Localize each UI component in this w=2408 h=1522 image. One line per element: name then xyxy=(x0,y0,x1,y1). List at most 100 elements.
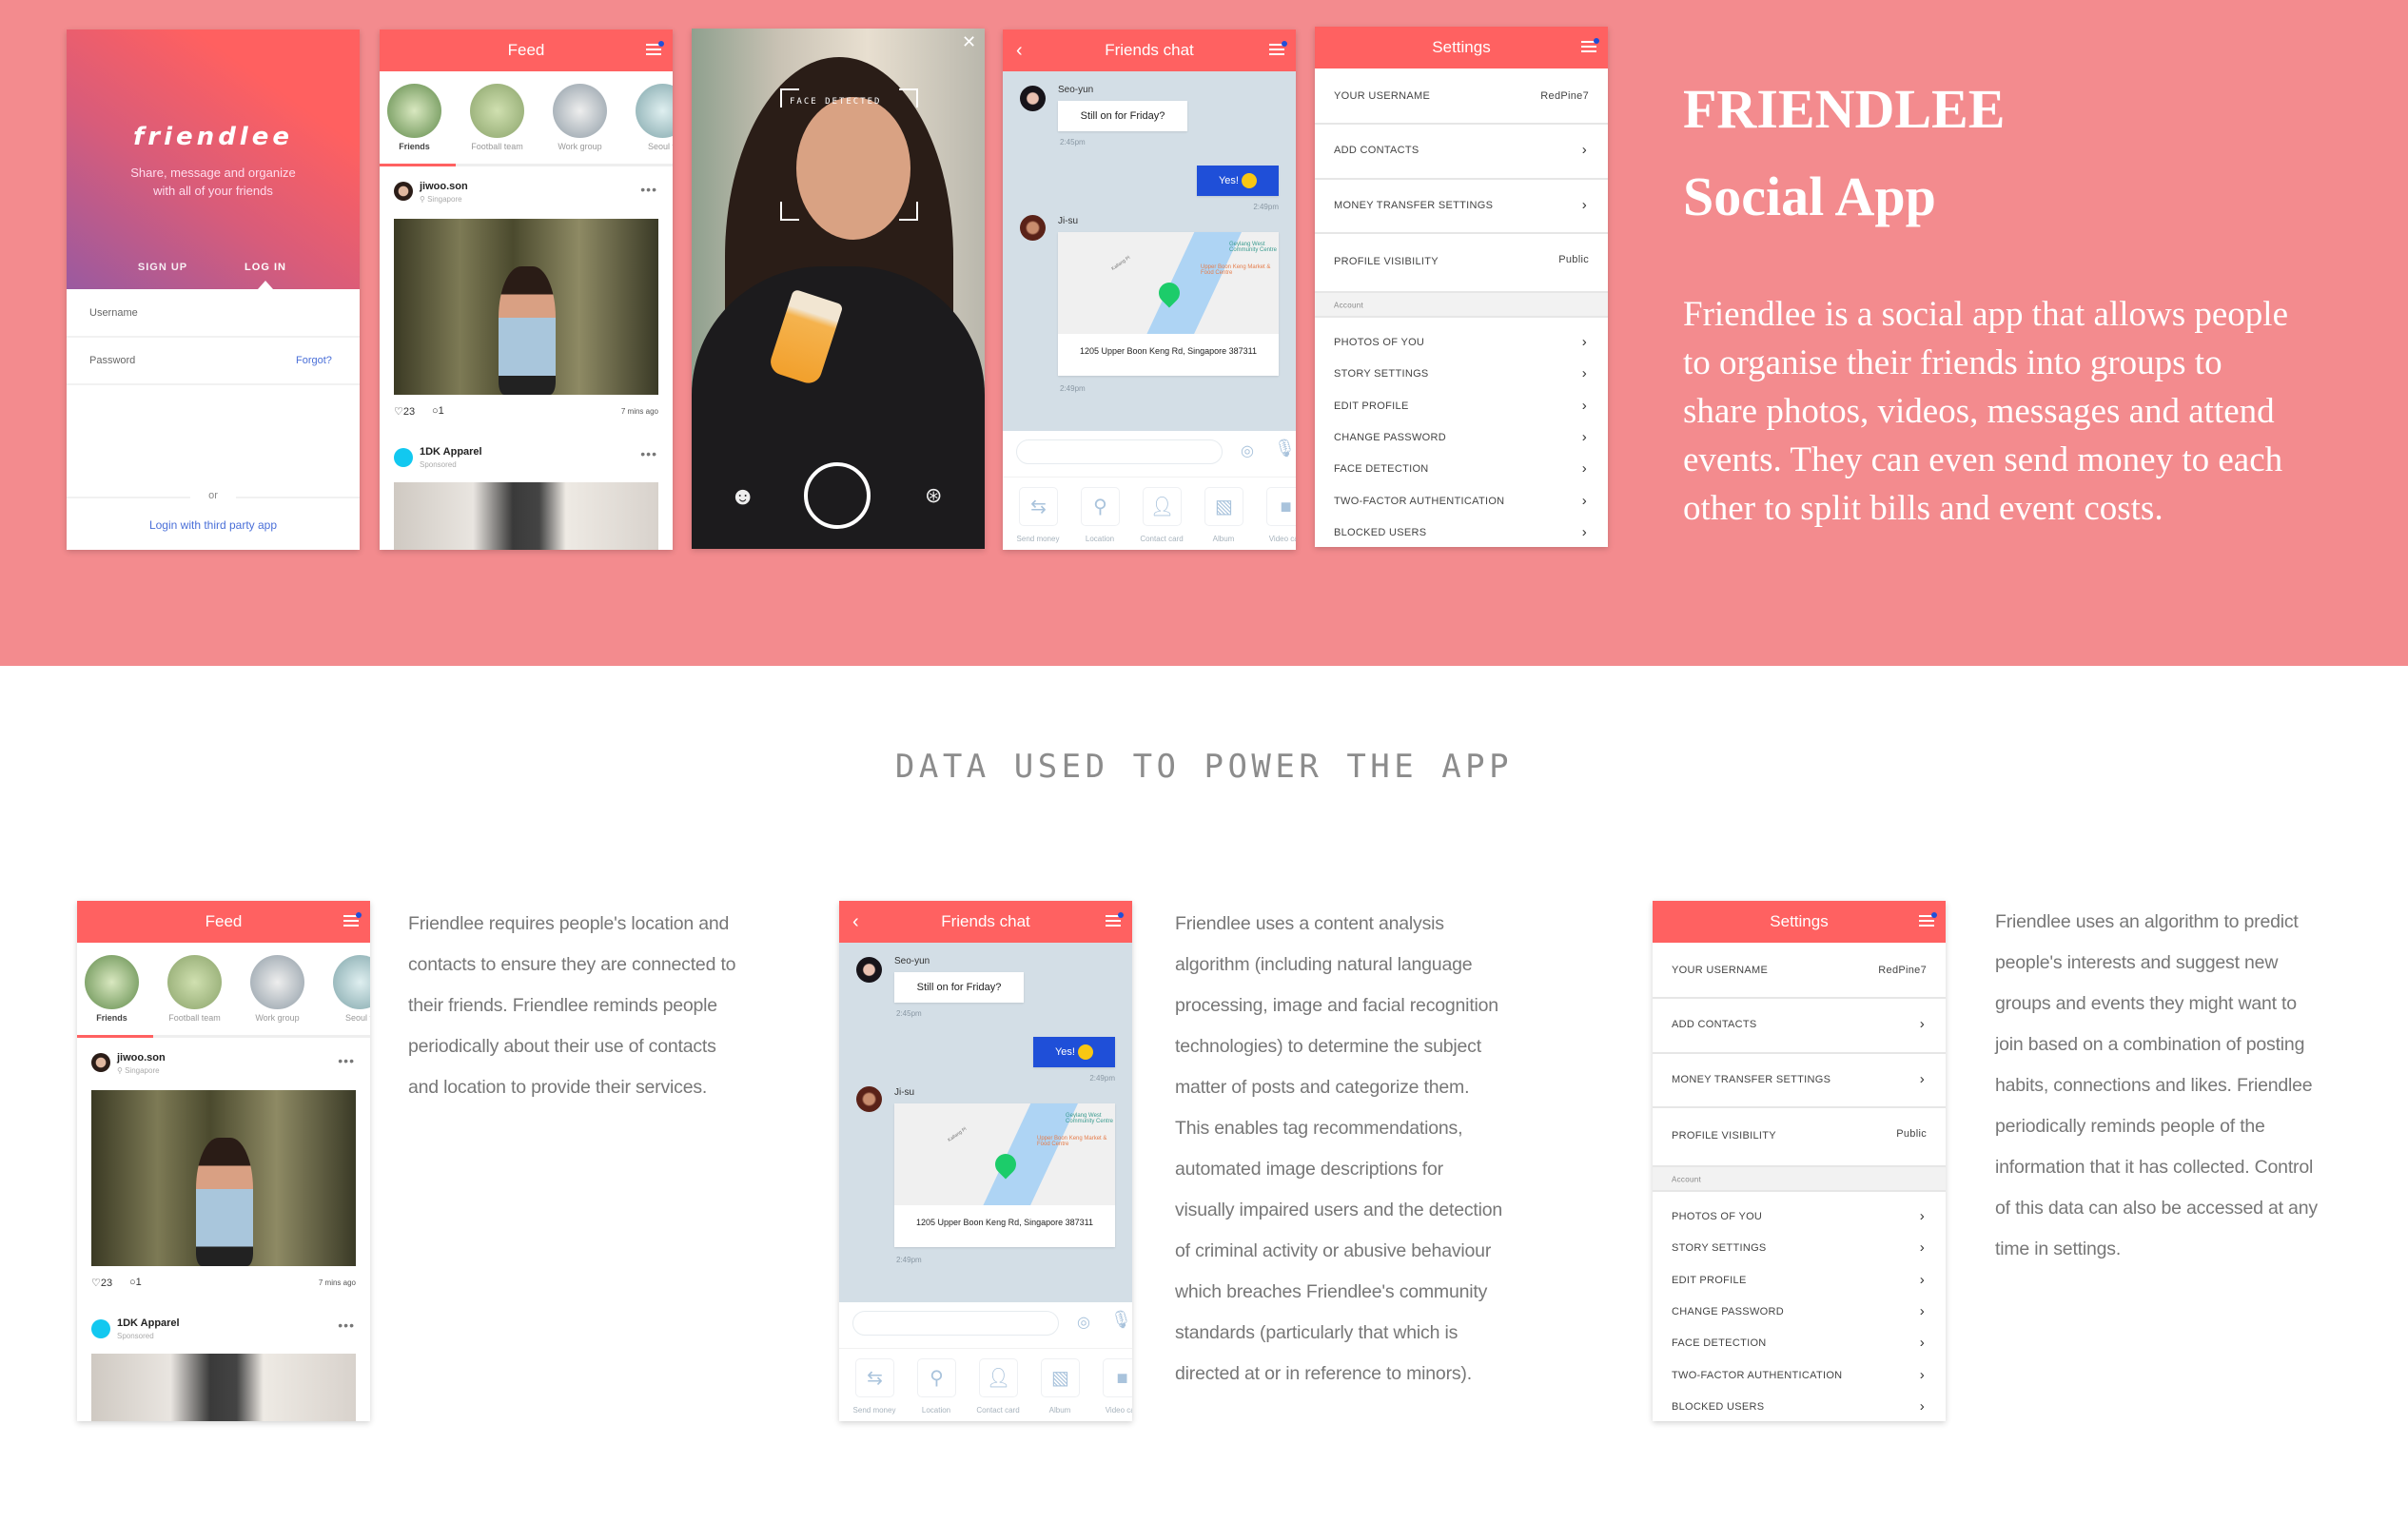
send-money-icon[interactable]: ⇆ xyxy=(855,1358,894,1397)
group-story[interactable]: Football team xyxy=(470,84,524,151)
smiley-icon[interactable]: ☻ xyxy=(730,481,755,511)
menu-icon[interactable] xyxy=(1269,41,1287,56)
third-party-login-link[interactable]: Login with third party app xyxy=(67,518,360,532)
menu-icon[interactable] xyxy=(646,41,664,56)
username-field[interactable]: Username xyxy=(89,307,138,319)
send-money-icon[interactable]: ⇆ xyxy=(1019,487,1058,526)
menu-icon[interactable] xyxy=(1919,912,1937,927)
group-story[interactable]: Friends xyxy=(387,84,441,151)
settings-item[interactable]: PHOTOS OF YOU › xyxy=(1334,334,1589,350)
settings-item[interactable]: BLOCKED USERS › xyxy=(1334,524,1589,540)
group-story[interactable]: Friends xyxy=(85,955,139,1023)
profile-visibility-row[interactable]: PROFILE VISIBILITY Public xyxy=(1334,254,1589,267)
post-username[interactable]: 1DK Apparel xyxy=(420,446,482,458)
description-line: their friends. Friendlee reminds people xyxy=(408,995,717,1016)
post-username[interactable]: jiwoo.son xyxy=(117,1052,166,1063)
location-card[interactable]: Geylang West Community Centre Upper Boon … xyxy=(1058,232,1279,376)
app-logo: friendlee xyxy=(133,123,293,151)
more-options-icon[interactable]: ••• xyxy=(338,1053,355,1068)
more-options-icon[interactable]: ••• xyxy=(338,1317,355,1333)
post-image[interactable] xyxy=(394,482,658,550)
shutter-button[interactable] xyxy=(804,462,871,529)
brand-avatar[interactable] xyxy=(394,448,413,467)
avatar[interactable] xyxy=(856,1086,882,1112)
add-contacts-row[interactable]: ADD CONTACTS › xyxy=(1672,1016,1927,1032)
message-input[interactable] xyxy=(1016,439,1223,464)
more-options-icon[interactable]: ••• xyxy=(640,182,657,197)
tab-sign-up[interactable]: SIGN UP xyxy=(138,262,187,273)
description-line: of this data can also be accessed at any xyxy=(1995,1198,2318,1219)
contact-card-icon[interactable]: 👤︎ xyxy=(1143,487,1182,526)
heart-icon[interactable]: ♡ xyxy=(91,1278,101,1289)
money-transfer-row[interactable]: MONEY TRANSFER SETTINGS › xyxy=(1334,197,1589,213)
album-icon[interactable]: ▧ xyxy=(1041,1358,1080,1397)
avatar[interactable] xyxy=(856,957,882,983)
settings-item[interactable]: STORY SETTINGS › xyxy=(1334,365,1589,381)
money-transfer-row[interactable]: MONEY TRANSFER SETTINGS › xyxy=(1672,1071,1927,1087)
menu-icon[interactable] xyxy=(1106,912,1124,927)
menu-icon[interactable] xyxy=(1581,38,1599,53)
menu-icon[interactable] xyxy=(343,912,362,927)
avatar[interactable] xyxy=(1020,86,1046,111)
group-story[interactable]: Football team xyxy=(167,955,222,1023)
location-icon[interactable]: ⚲ xyxy=(1081,487,1120,526)
settings-item[interactable]: STORY SETTINGS › xyxy=(1672,1239,1927,1256)
message-bubble: Still on for Friday? xyxy=(894,972,1024,1003)
avatar[interactable] xyxy=(91,1053,110,1072)
album-icon[interactable]: ▧ xyxy=(1204,487,1243,526)
video-call-icon[interactable]: ■ xyxy=(1266,487,1296,526)
video-call-icon[interactable]: ■ xyxy=(1103,1358,1132,1397)
forgot-link[interactable]: Forgot? xyxy=(296,355,332,366)
group-story[interactable]: Work group xyxy=(553,84,607,151)
post-username[interactable]: 1DK Apparel xyxy=(117,1317,180,1329)
description-line: algorithm (including natural language xyxy=(1175,954,1473,975)
settings-item[interactable]: PHOTOS OF YOU › xyxy=(1672,1208,1927,1224)
post-image[interactable] xyxy=(91,1090,356,1266)
settings-item[interactable]: CHANGE PASSWORD › xyxy=(1334,429,1589,445)
post-image[interactable] xyxy=(91,1354,356,1421)
group-story[interactable]: Work group xyxy=(250,955,304,1023)
chevron-right-icon: › xyxy=(1919,1366,1925,1383)
group-story[interactable]: Seoul fr xyxy=(333,955,370,1023)
settings-item[interactable]: EDIT PROFILE › xyxy=(1334,398,1589,414)
more-options-icon[interactable]: ••• xyxy=(640,446,657,461)
brand-avatar[interactable] xyxy=(91,1319,110,1338)
location-icon[interactable]: ⚲ xyxy=(917,1358,956,1397)
divider xyxy=(839,1348,1132,1349)
post-username[interactable]: jiwoo.son xyxy=(420,181,468,192)
settings-item[interactable]: BLOCKED USERS › xyxy=(1672,1398,1927,1415)
location-card[interactable]: Geylang West Community Centre Upper Boon … xyxy=(894,1103,1115,1247)
settings-item[interactable]: TWO-FACTOR AUTHENTICATION › xyxy=(1334,493,1589,509)
description-line: information that it has collected. Contr… xyxy=(1995,1157,2314,1178)
back-icon[interactable]: ‹ xyxy=(852,901,859,943)
camera-icon[interactable]: ◎ xyxy=(1241,441,1254,460)
password-field[interactable]: Password xyxy=(89,355,135,366)
avatar[interactable] xyxy=(1020,215,1046,241)
close-icon[interactable]: ✕ xyxy=(962,32,976,52)
face-frame-corner xyxy=(899,88,918,107)
settings-item[interactable]: FACE DETECTION › xyxy=(1672,1335,1927,1351)
filter-icon[interactable]: ⊛ xyxy=(925,483,942,508)
divider xyxy=(67,383,360,385)
avatar[interactable] xyxy=(394,182,413,201)
message-input[interactable] xyxy=(852,1311,1059,1336)
group-label: Work group xyxy=(558,142,602,151)
settings-item[interactable]: CHANGE PASSWORD › xyxy=(1672,1303,1927,1319)
microphone-icon[interactable]: 🎙︎ xyxy=(1110,1310,1132,1330)
tab-log-in[interactable]: LOG IN xyxy=(245,262,286,273)
contact-card-icon[interactable]: 👤︎ xyxy=(979,1358,1018,1397)
comment-icon[interactable]: ○ xyxy=(129,1277,136,1288)
settings-item[interactable]: EDIT PROFILE › xyxy=(1672,1272,1927,1288)
add-contacts-row[interactable]: ADD CONTACTS › xyxy=(1334,142,1589,158)
tool-label: Contact card xyxy=(1140,535,1184,543)
microphone-icon[interactable]: 🎙︎ xyxy=(1274,439,1296,459)
heart-icon[interactable]: ♡ xyxy=(394,406,403,418)
back-icon[interactable]: ‹ xyxy=(1016,29,1023,71)
settings-item[interactable]: FACE DETECTION › xyxy=(1334,460,1589,477)
comment-icon[interactable]: ○ xyxy=(432,405,439,417)
settings-item[interactable]: TWO-FACTOR AUTHENTICATION › xyxy=(1672,1366,1927,1383)
post-image[interactable] xyxy=(394,219,658,395)
group-story[interactable]: Seoul fr xyxy=(636,84,673,151)
camera-icon[interactable]: ◎ xyxy=(1077,1313,1090,1332)
profile-visibility-row[interactable]: PROFILE VISIBILITY Public xyxy=(1672,1128,1927,1142)
